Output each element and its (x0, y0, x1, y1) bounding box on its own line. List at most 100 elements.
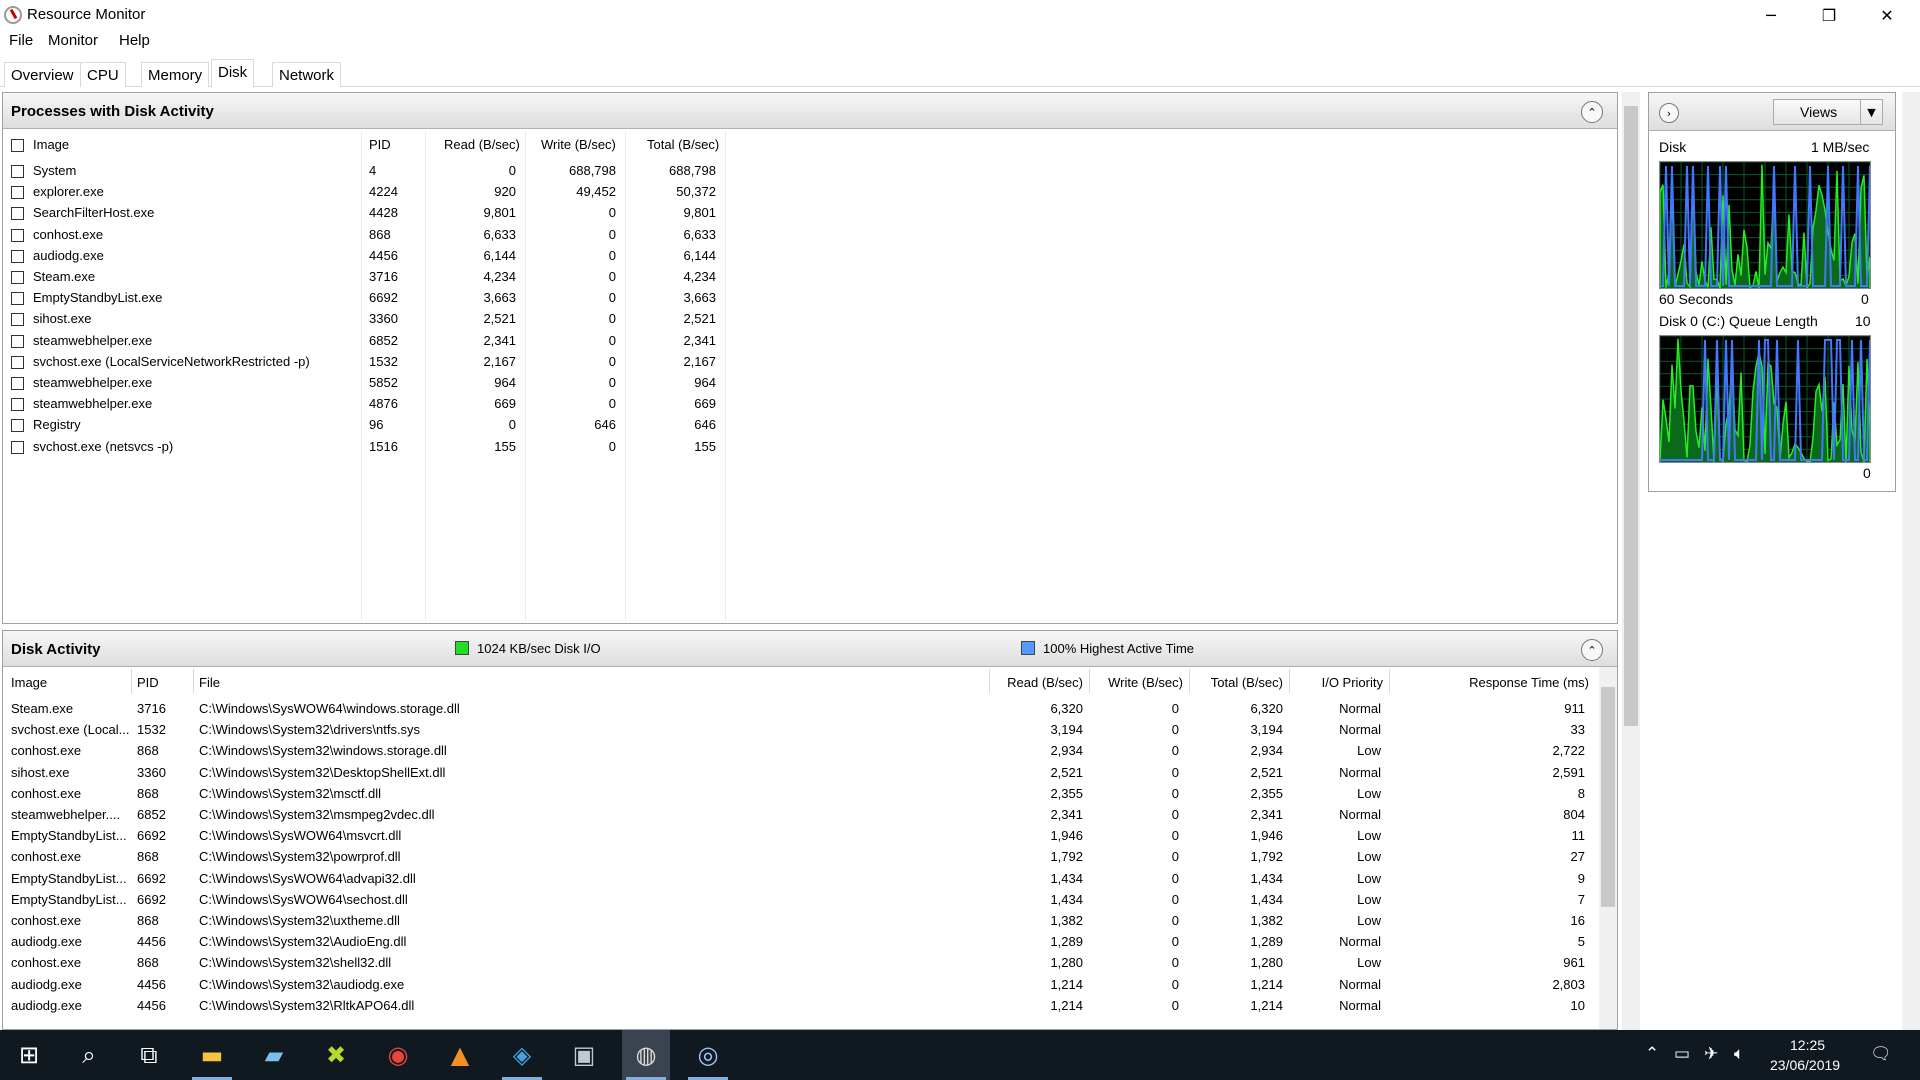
collapse-disk-activity-button[interactable]: ⌃ (1581, 639, 1603, 661)
row-checkbox[interactable] (11, 419, 24, 433)
disk-cell-priority[interactable]: Normal (1221, 934, 1381, 949)
disk-cell-file[interactable]: C:\Windows\System32\DesktopShellExt.dll (199, 765, 445, 780)
process-cell-pid[interactable]: 5852 (369, 375, 398, 390)
process-cell-total[interactable]: 4,234 (616, 269, 716, 284)
process-cell-pid[interactable]: 4876 (369, 396, 398, 411)
process-cell-pid[interactable]: 96 (369, 417, 383, 432)
tab-overview[interactable]: Overview (4, 62, 81, 87)
windows-start-icon[interactable]: ⊞ (5, 1030, 53, 1080)
process-cell-image[interactable]: SearchFilterHost.exe (33, 205, 154, 220)
app-icon[interactable]: ▣ (560, 1030, 608, 1080)
processes-panel-header[interactable]: Processes with Disk Activity ⌃ (3, 93, 1617, 129)
process-cell-image[interactable]: sihost.exe (33, 311, 92, 326)
row-checkbox[interactable] (11, 207, 24, 221)
process-cell-image[interactable]: steamwebhelper.exe (33, 396, 152, 411)
clock-time[interactable]: 12:25 (1790, 1037, 1825, 1053)
row-checkbox[interactable] (11, 355, 24, 369)
disk-cell-file[interactable]: C:\Windows\System32\uxtheme.dll (199, 913, 400, 928)
process-cell-write[interactable]: 49,452 (516, 184, 616, 199)
disk-cell-priority[interactable]: Normal (1221, 977, 1381, 992)
process-cell-write[interactable]: 0 (516, 227, 616, 242)
process-cell-pid[interactable]: 4428 (369, 205, 398, 220)
disk-cell-image[interactable]: audiodg.exe (11, 977, 82, 992)
menu-help[interactable]: Help (119, 32, 150, 49)
steam-icon[interactable]: ◎ (684, 1030, 732, 1080)
process-cell-write[interactable]: 0 (516, 396, 616, 411)
process-cell-total[interactable]: 646 (616, 417, 716, 432)
volume-icon[interactable]: 🔈︎ (1734, 1044, 1744, 1064)
disk-cell-response[interactable]: 9 (1425, 871, 1585, 886)
process-cell-total[interactable]: 2,167 (616, 354, 716, 369)
collapse-processes-button[interactable]: ⌃ (1581, 101, 1603, 123)
process-cell-read[interactable]: 9,801 (416, 205, 516, 220)
process-cell-total[interactable]: 964 (616, 375, 716, 390)
row-checkbox[interactable] (11, 292, 24, 306)
row-checkbox[interactable] (11, 377, 24, 390)
process-cell-image[interactable]: svchost.exe (LocalServiceNetworkRestrict… (33, 354, 310, 369)
disk-cell-response[interactable]: 2,803 (1425, 977, 1585, 992)
disk-cell-file[interactable]: C:\Windows\System32\RltkAPO64.dll (199, 998, 414, 1013)
disk-cell-image[interactable]: audiodg.exe (11, 998, 82, 1013)
disk-cell-file[interactable]: C:\Windows\System32\msctf.dll (199, 786, 381, 801)
tab-disk[interactable]: Disk (211, 59, 255, 88)
task-view-icon[interactable]: ⧉ (125, 1030, 173, 1080)
process-cell-read[interactable]: 6,144 (416, 248, 516, 263)
process-cell-image[interactable]: Steam.exe (33, 269, 95, 284)
airplane-mode-icon[interactable]: ✈ (1704, 1044, 1718, 1064)
row-checkbox[interactable] (11, 271, 24, 284)
chevron-down-icon[interactable]: ▼ (1860, 100, 1882, 124)
row-checkbox[interactable] (11, 228, 24, 242)
row-checkbox[interactable] (11, 165, 24, 178)
disk-cell-priority[interactable]: Low (1221, 955, 1381, 970)
process-cell-write[interactable]: 0 (516, 375, 616, 390)
notepad-icon[interactable]: ▰ (250, 1030, 298, 1080)
process-cell-read[interactable]: 2,521 (416, 311, 516, 326)
disk-cell-file[interactable]: C:\Windows\System32\audiodg.exe (199, 977, 404, 992)
process-cell-pid[interactable]: 4 (369, 163, 376, 178)
tab-memory[interactable]: Memory (141, 62, 210, 87)
disk-cell-image[interactable]: conhost.exe (11, 955, 81, 970)
left-pane-scrollbar[interactable] (1622, 92, 1640, 1030)
disk-cell-priority[interactable]: Normal (1221, 722, 1381, 737)
tab-cpu[interactable]: CPU (80, 62, 126, 87)
disk-cell-pid[interactable]: 868 (137, 913, 159, 928)
process-cell-pid[interactable]: 3716 (369, 269, 398, 284)
menu-monitor[interactable]: Monitor (48, 32, 98, 49)
disk-cell-response[interactable]: 7 (1425, 892, 1585, 907)
column-header-response[interactable]: Response Time (ms) (1429, 675, 1589, 690)
disk-cell-image[interactable]: audiodg.exe (11, 934, 82, 949)
process-cell-total[interactable]: 2,521 (616, 311, 716, 326)
disk-cell-image[interactable]: conhost.exe (11, 849, 81, 864)
process-cell-read[interactable]: 155 (416, 439, 516, 454)
disk-cell-file[interactable]: C:\Windows\System32\msmpeg2vdec.dll (199, 807, 435, 822)
process-cell-read[interactable]: 2,167 (416, 354, 516, 369)
disk-cell-image[interactable]: EmptyStandbyList... (11, 828, 127, 843)
graph-pane-scrollbar[interactable] (1902, 92, 1920, 1030)
process-cell-read[interactable]: 0 (416, 163, 516, 178)
disk-cell-pid[interactable]: 6692 (137, 892, 166, 907)
process-cell-image[interactable]: steamwebhelper.exe (33, 333, 152, 348)
column-header-total[interactable]: Total (B/sec) (647, 137, 719, 152)
disk-cell-response[interactable]: 961 (1425, 955, 1585, 970)
column-divider[interactable] (1389, 669, 1390, 693)
disk-cell-pid[interactable]: 868 (137, 786, 159, 801)
disk-cell-file[interactable]: C:\Windows\SysWOW64\sechost.dll (199, 892, 408, 907)
disk-cell-response[interactable]: 5 (1425, 934, 1585, 949)
disk-cell-file[interactable]: C:\Windows\SysWOW64\advapi32.dll (199, 871, 416, 886)
column-header-file[interactable]: File (199, 675, 220, 690)
disk-cell-priority[interactable]: Low (1221, 913, 1381, 928)
app-icon[interactable]: ◈ (498, 1030, 546, 1080)
process-cell-image[interactable]: conhost.exe (33, 227, 103, 242)
process-cell-pid[interactable]: 3360 (369, 311, 398, 326)
resource-monitor-icon[interactable]: ◍ (622, 1030, 670, 1080)
battery-icon[interactable]: ▭ (1674, 1044, 1690, 1064)
disk-cell-pid[interactable]: 6852 (137, 807, 166, 822)
disk-cell-image[interactable]: Steam.exe (11, 701, 73, 716)
row-checkbox[interactable] (11, 186, 24, 200)
disk-cell-response[interactable]: 804 (1425, 807, 1585, 822)
column-header-write[interactable]: Write (B/sec) (541, 137, 616, 152)
row-checkbox[interactable] (11, 440, 24, 454)
process-cell-pid[interactable]: 1532 (369, 354, 398, 369)
process-cell-write[interactable]: 688,798 (516, 163, 616, 178)
minimize-button[interactable]: ─ (1742, 0, 1800, 30)
